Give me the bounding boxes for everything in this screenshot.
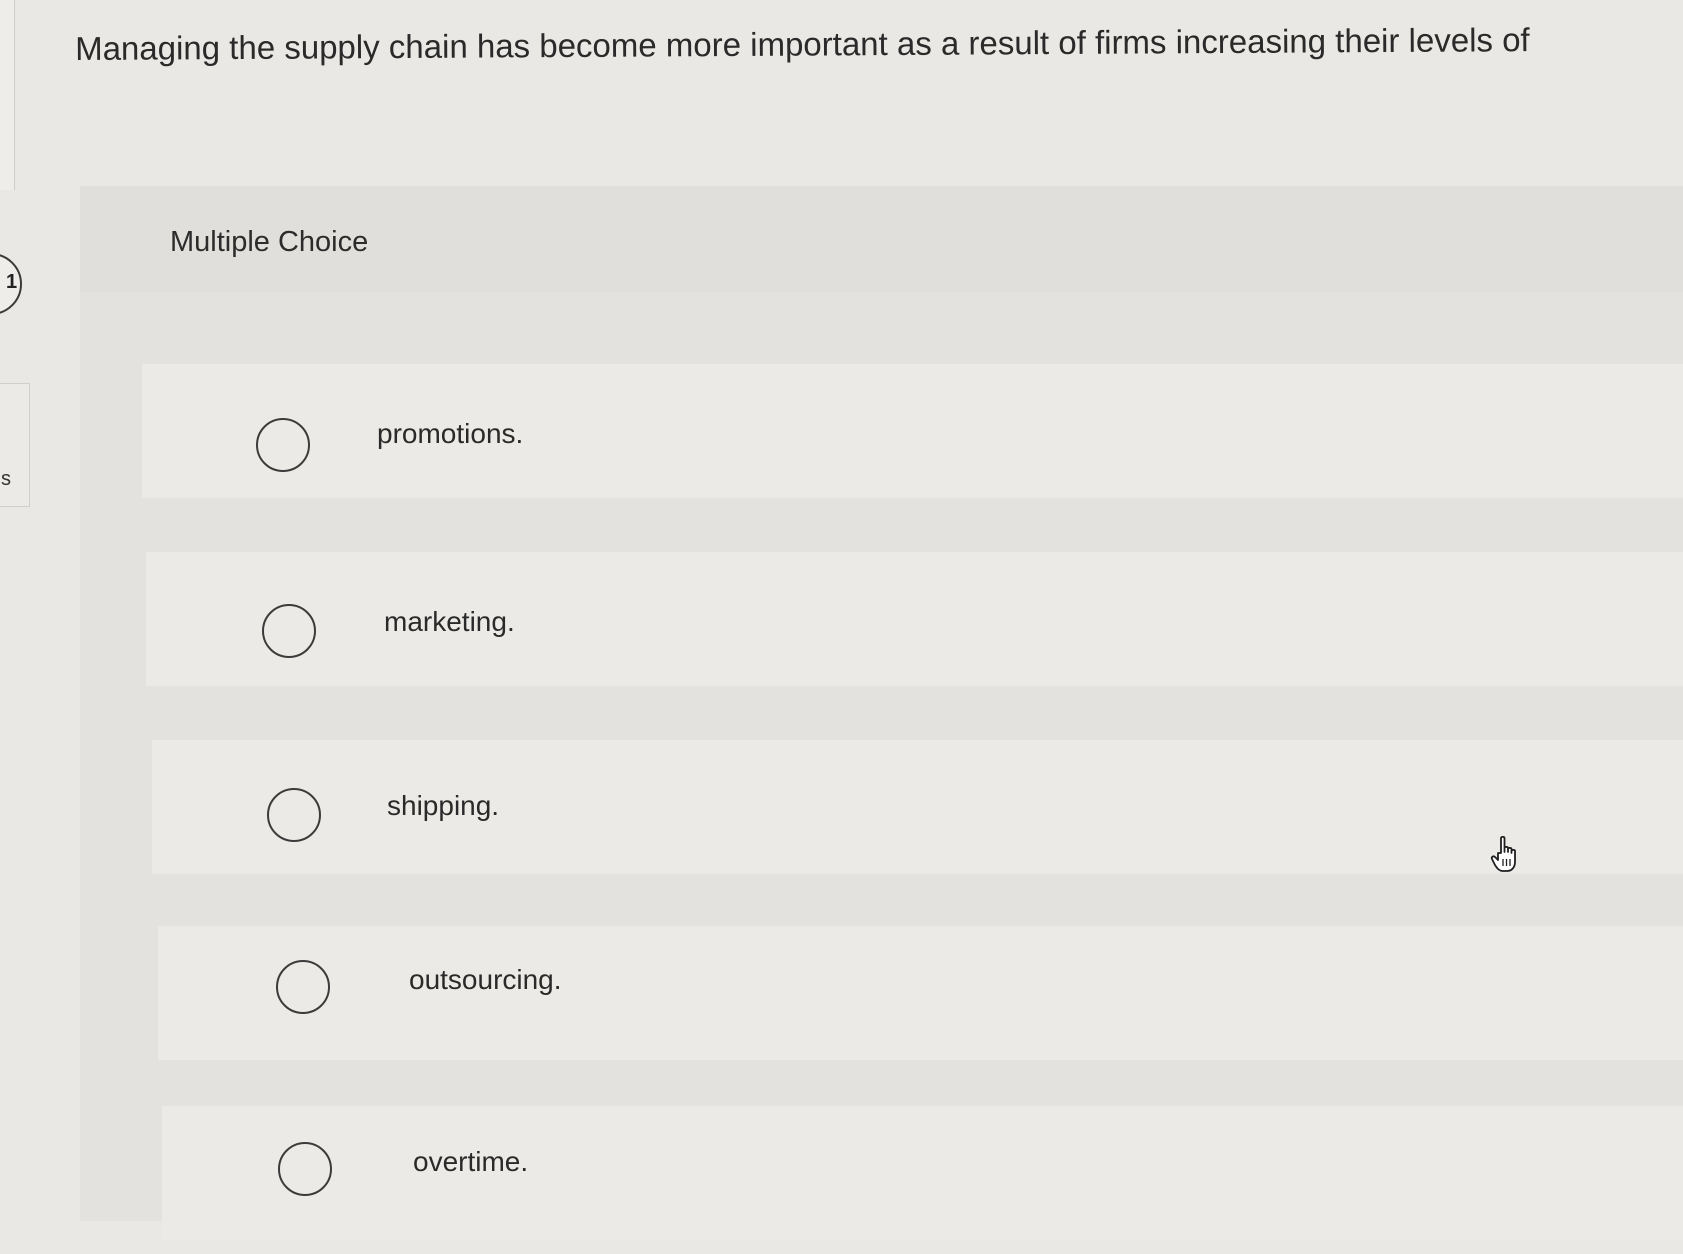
radio-button[interactable] [267, 788, 321, 842]
answer-option[interactable]: overtime. [162, 1106, 1683, 1240]
answer-option[interactable]: shipping. [152, 740, 1683, 874]
answer-option[interactable]: promotions. [142, 364, 1683, 498]
hand-pointer-icon [1490, 835, 1516, 872]
radio-button[interactable] [276, 960, 330, 1014]
question-number-badge[interactable]: 1 [0, 253, 22, 315]
answer-panel: Multiple Choice promotions. marketing. s… [80, 186, 1683, 1240]
question-type-label: Multiple Choice [170, 226, 369, 258]
question-number: 1 [6, 271, 18, 293]
option-label: outsourcing. [409, 964, 562, 995]
option-label: overtime. [413, 1146, 529, 1177]
option-label: promotions. [377, 418, 524, 449]
radio-button[interactable] [262, 604, 316, 658]
option-label: marketing. [384, 606, 515, 637]
radio-button[interactable] [256, 418, 310, 472]
side-nav-tab[interactable]: s [0, 383, 30, 507]
panel-header: Multiple Choice [80, 186, 1683, 292]
left-nav-edge [0, 0, 15, 190]
radio-button[interactable] [278, 1142, 332, 1196]
answer-option[interactable]: marketing. [146, 552, 1683, 686]
question-text: Managing the supply chain has become mor… [75, 21, 1530, 67]
side-nav-tab-label: s [1, 468, 11, 490]
option-label: shipping. [387, 790, 500, 821]
answer-option[interactable]: outsourcing. [158, 926, 1683, 1060]
